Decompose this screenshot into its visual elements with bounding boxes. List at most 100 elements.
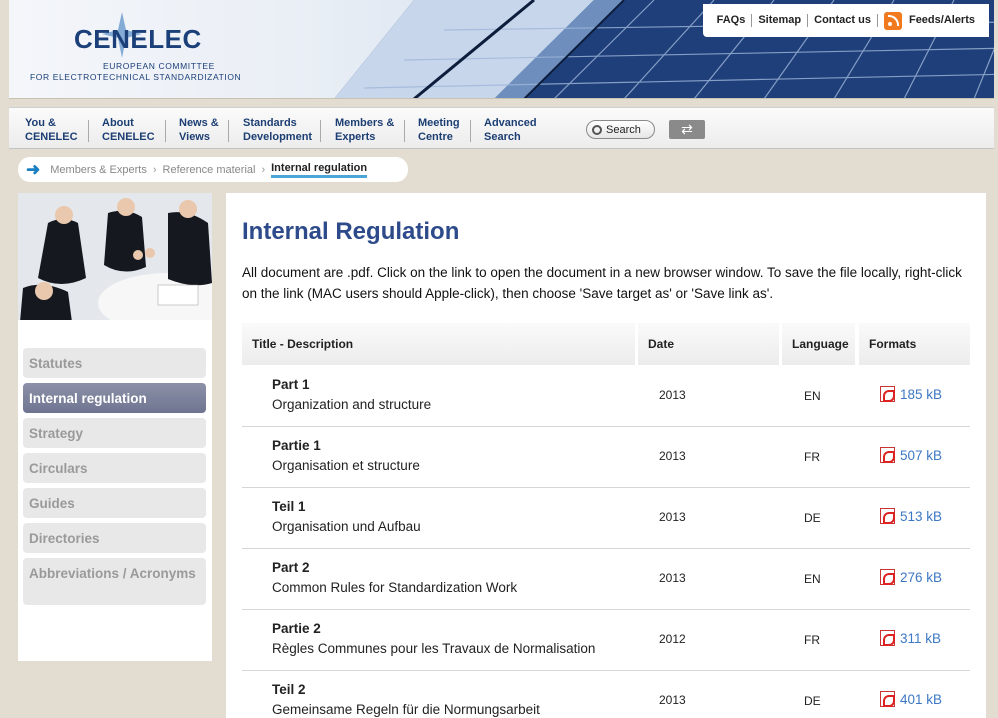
nav-divider: [470, 120, 471, 142]
document-title-cell: Teil 2 Gemeinsame Regeln für die Normungs…: [272, 680, 540, 718]
search-label: Search: [606, 123, 641, 136]
sidebar-item-circulars[interactable]: Circulars: [23, 453, 206, 483]
nav-label-line1: About: [102, 117, 134, 129]
nav-advanced-search[interactable]: Advanced Search: [484, 116, 537, 144]
document-title-cell: Teil 1 Organisation und Aufbau: [272, 497, 421, 537]
nav-label-line2: Development: [243, 131, 313, 143]
breadcrumb-separator: ›: [152, 163, 157, 176]
document-date: 2013: [659, 510, 686, 524]
nav-members-and-experts[interactable]: Members & Experts: [335, 116, 394, 144]
document-description: Gemeinsame Regeln für die Normungsarbeit: [272, 702, 540, 717]
document-title-cell: Partie 1 Organisation et structure: [272, 436, 420, 476]
pdf-download-link[interactable]: 401 kB: [880, 691, 942, 707]
faqs-link[interactable]: FAQs: [711, 14, 753, 27]
document-language: EN: [804, 572, 821, 586]
document-language: DE: [804, 511, 821, 525]
pdf-download-link[interactable]: 507 kB: [880, 447, 942, 463]
pdf-icon: [880, 630, 895, 646]
document-date: 2013: [659, 571, 686, 585]
sidebar-item-abbreviations-acronyms[interactable]: Abbreviations / Acronyms: [23, 558, 206, 605]
nav-about-cenelec[interactable]: About CENELEC: [102, 116, 155, 144]
sitemap-link[interactable]: Sitemap: [752, 14, 809, 27]
nav-label-line1: Members &: [335, 117, 395, 129]
document-description: Organisation und Aufbau: [272, 519, 421, 534]
sidebar-item-internal-regulation[interactable]: Internal regulation: [23, 383, 206, 413]
main-content: Internal Regulation All document are .pd…: [226, 193, 986, 718]
arrow-right-icon: ➜: [26, 160, 41, 179]
document-description: Common Rules for Standardization Work: [272, 580, 518, 595]
document-title: Partie 2: [272, 621, 321, 636]
cenelec-logo[interactable]: CENELEC EUROPEAN COMMITTEE FOR ELECTROTE…: [27, 12, 241, 84]
nav-label-line2: Search: [484, 131, 521, 143]
nav-label-line1: You &: [25, 117, 56, 129]
file-size: 311 kB: [900, 630, 942, 646]
business-meeting-photo: [18, 193, 212, 320]
document-title-cell: Part 2 Common Rules for Standardization W…: [272, 558, 517, 598]
sidebar-item-guides[interactable]: Guides: [23, 488, 206, 518]
document-title-cell: Part 1 Organization and structure: [272, 375, 431, 415]
back-forward-arrows-icon[interactable]: ⇄: [669, 120, 705, 139]
search-icon: [592, 124, 602, 135]
pdf-download-link[interactable]: 311 kB: [880, 630, 941, 646]
table-row: Teil 1 Organisation und Aufbau 2013 DE 51…: [242, 488, 970, 549]
pdf-icon: [880, 386, 895, 402]
nav-divider: [165, 120, 166, 142]
pdf-icon: [880, 447, 895, 463]
file-size: 507 kB: [900, 447, 943, 463]
nav-label-line2: CENELEC: [25, 131, 78, 143]
nav-label-line1: Advanced: [484, 117, 537, 129]
document-language: DE: [804, 694, 821, 708]
column-header-title: Title - Description: [242, 323, 635, 365]
pdf-download-link[interactable]: 276 kB: [880, 569, 942, 585]
logo-subtitle-1: EUROPEAN COMMITTEE: [103, 61, 215, 71]
logo-subtitle-2: FOR ELECTROTECHNICAL STANDARDIZATION: [30, 72, 242, 82]
table-row: Part 1 Organization and structure 2013 EN…: [242, 366, 970, 427]
contact-us-link[interactable]: Contact us: [808, 14, 878, 27]
pdf-icon: [880, 569, 895, 585]
column-header-date: Date: [638, 323, 779, 365]
document-language: FR: [804, 633, 820, 647]
sidebar-menu: Statutes Internal regulation Strategy Ci…: [23, 348, 206, 610]
pdf-download-link[interactable]: 513 kB: [880, 508, 942, 524]
pdf-download-link[interactable]: 185 kB: [880, 386, 942, 402]
file-size: 276 kB: [900, 569, 943, 585]
column-header-formats: Formats: [859, 323, 970, 365]
document-language: EN: [804, 389, 821, 403]
intro-text: All document are .pdf. Click on the link…: [242, 265, 962, 301]
nav-meeting-centre[interactable]: Meeting Centre: [418, 116, 460, 144]
document-date: 2013: [659, 388, 686, 402]
nav-divider: [228, 120, 229, 142]
nav-divider: [320, 120, 321, 142]
page-title: Internal Regulation: [242, 218, 460, 245]
feeds-alerts-label: Feeds/Alerts: [908, 14, 975, 26]
sidebar: Statutes Internal regulation Strategy Ci…: [18, 193, 212, 661]
search-button[interactable]: Search: [586, 120, 655, 139]
feeds-alerts-link[interactable]: Feeds/Alerts: [878, 11, 981, 30]
sidebar-item-directories[interactable]: Directories: [23, 523, 206, 553]
sidebar-item-statutes[interactable]: Statutes: [23, 348, 206, 378]
table-row: Part 2 Common Rules for Standardization W…: [242, 549, 970, 610]
nav-news-and-views[interactable]: News & Views: [179, 116, 219, 144]
nav-divider: [404, 120, 405, 142]
nav-label-line1: News &: [179, 117, 219, 129]
file-size: 513 kB: [900, 508, 943, 524]
nav-divider: [88, 120, 89, 142]
nav-label-line1: Standards: [243, 117, 297, 129]
breadcrumb-current: Internal regulation: [271, 162, 368, 178]
document-title: Part 2: [272, 560, 310, 575]
document-date: 2013: [659, 693, 686, 707]
breadcrumb: ➜ Members & Experts › Reference material…: [18, 157, 408, 182]
document-title: Part 1: [272, 377, 310, 392]
table-row: Teil 2 Gemeinsame Regeln für die Normungs…: [242, 671, 970, 718]
table-row: Partie 1 Organisation et structure 2013 F…: [242, 427, 970, 488]
pdf-icon: [880, 508, 895, 524]
sidebar-item-strategy[interactable]: Strategy: [23, 418, 206, 448]
table-header: Title - Description Date Language Format…: [242, 323, 970, 365]
nav-you-and-cenelec[interactable]: You & CENELEC: [25, 116, 78, 144]
nav-standards-development[interactable]: Standards Development: [243, 116, 312, 144]
document-title: Teil 2: [272, 682, 306, 697]
document-title: Teil 1: [272, 499, 306, 514]
breadcrumb-item[interactable]: Members & Experts: [50, 164, 147, 176]
document-date: 2013: [659, 449, 686, 463]
breadcrumb-item[interactable]: Reference material: [163, 164, 256, 176]
